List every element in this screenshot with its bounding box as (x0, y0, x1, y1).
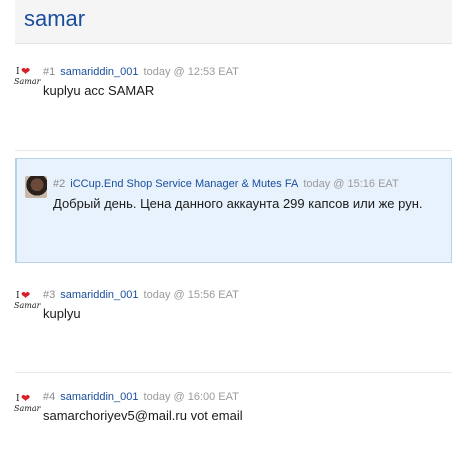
post-time: today @ 12:53 EAT (143, 66, 239, 78)
post-author[interactable]: samariddin_001 (60, 289, 138, 301)
user-avatar[interactable] (25, 176, 47, 198)
post-meta: #3 samariddin_001 today @ 15:56 EAT (43, 289, 239, 301)
post-author[interactable]: samariddin_001 (60, 391, 138, 403)
post-body: kuplyu acc SAMAR (43, 83, 155, 98)
post-body: samarchoriyev5@mail.ru vot email (43, 408, 243, 423)
post-number[interactable]: #2 (53, 178, 65, 190)
post-body: kuplyu (43, 306, 81, 321)
post-number[interactable]: #4 (43, 391, 55, 403)
post-body: Добрый день. Цена данного аккаунта 299 к… (53, 196, 423, 211)
user-avatar[interactable]: I ❤ Samar (14, 65, 40, 89)
post-time: today @ 16:00 EAT (143, 391, 239, 403)
topic-title: samar (24, 6, 86, 31)
post-time: today @ 15:56 EAT (143, 289, 239, 301)
post-4: I ❤ Samar #4 samariddin_001 today @ 16:00 … (14, 380, 452, 458)
topic-header: samar (15, 0, 452, 44)
post-number[interactable]: #1 (43, 66, 55, 78)
post-time: today @ 15:16 EAT (303, 178, 399, 190)
post-meta: #4 samariddin_001 today @ 16:00 EAT (43, 391, 239, 403)
post-1: I ❤ Samar #1 samariddin_001 today @ 12:53 … (14, 55, 452, 151)
post-3: I ❤ Samar #3 samariddin_001 today @ 15:56 … (14, 278, 452, 373)
post-author[interactable]: iCCup.End Shop Service Manager & Mutes F… (70, 178, 298, 190)
user-avatar[interactable]: I ❤ Samar (14, 392, 40, 416)
post-2: #2 iCCup.End Shop Service Manager & Mutes… (15, 158, 452, 263)
post-meta: #2 iCCup.End Shop Service Manager & Mutes… (53, 178, 399, 190)
user-avatar[interactable]: I ❤ Samar (14, 289, 40, 313)
post-meta: #1 samariddin_001 today @ 12:53 EAT (43, 66, 239, 78)
post-number[interactable]: #3 (43, 289, 55, 301)
post-author[interactable]: samariddin_001 (60, 66, 138, 78)
